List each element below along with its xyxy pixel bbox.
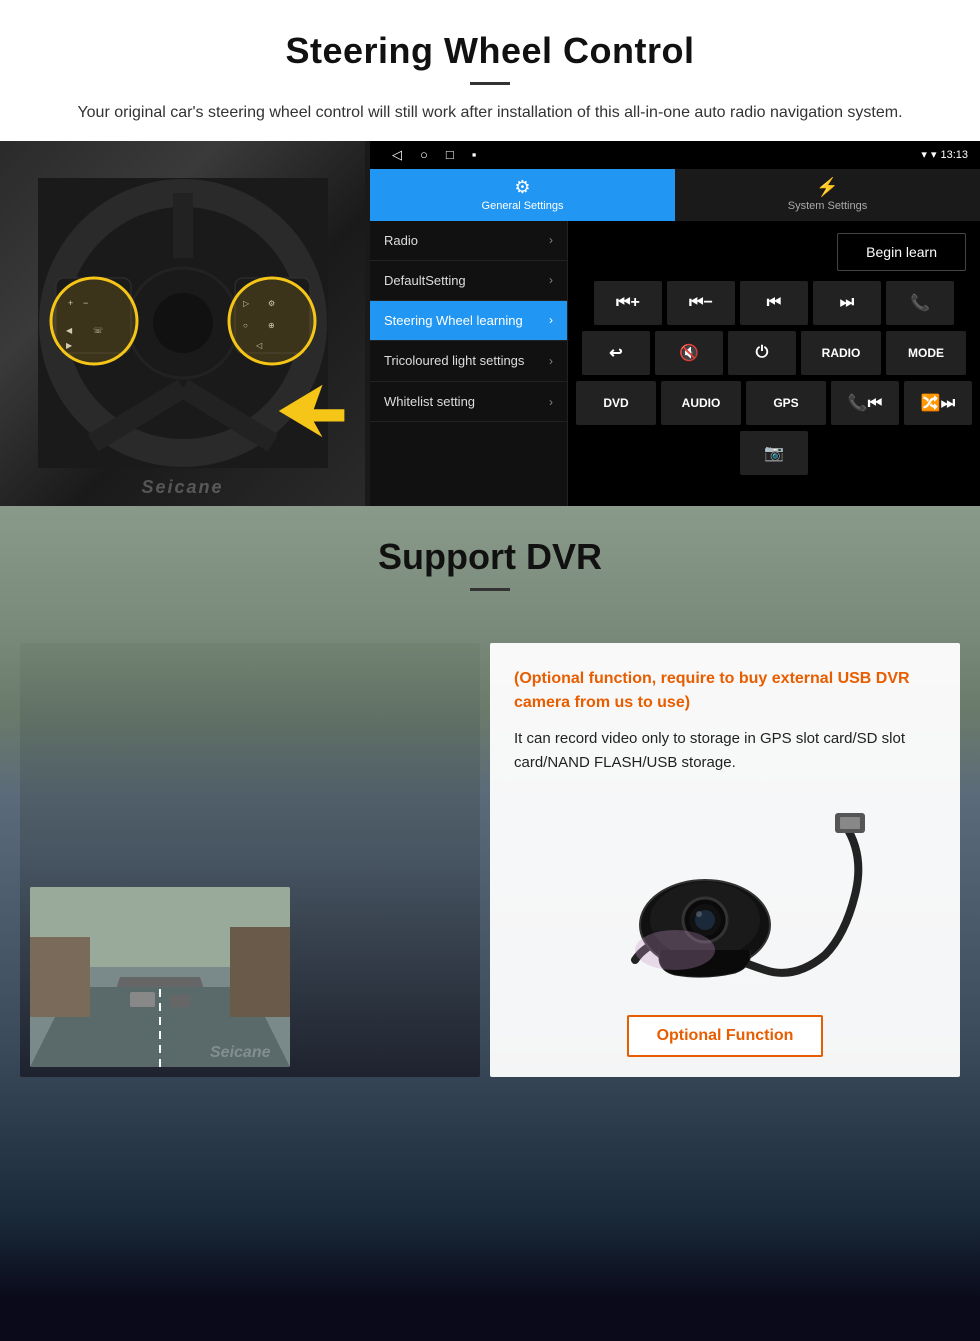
vol-up-btn[interactable]: ⏮+ [594,281,662,325]
ctrl-row-2: ↩ 🔇 ⏻ RADIO MODE [576,331,972,375]
watermark-left: Seicane [141,477,223,498]
svg-text:Seicane: Seicane [725,974,771,988]
dvr-thumbnail [30,887,290,1067]
chevron-right-icon: › [549,395,553,409]
call-prev-btn[interactable]: 📞⏮ [831,381,899,425]
hang-up-btn[interactable]: ↩ [582,331,650,375]
status-bar: ◁ ○ □ ▪ ▾ ▾ 13:13 [370,141,980,169]
dvr-title: Support DVR [60,536,920,578]
power-btn[interactable]: ⏻ [728,331,796,375]
dvr-divider [470,588,510,591]
vol-down-btn[interactable]: ⏮− [667,281,735,325]
menu-item-steering[interactable]: Steering Wheel learning › [370,301,567,341]
menu-item-whitelist[interactable]: Whitelist setting › [370,382,567,422]
mode-btn[interactable]: MODE [886,331,966,375]
steering-wheel-image: + − ◀ ☏ ▶ ▷ ⚙ ○ ⊕ ◁ Seicane [0,141,365,506]
menu-tricolour-label: Tricoloured light settings [384,353,524,370]
chevron-right-icon: › [549,354,553,368]
android-panel: ◁ ○ □ ▪ ▾ ▾ 13:13 ⚙ General Settings ⚡ S… [370,141,980,506]
back-nav-icon[interactable]: ◁ [392,147,402,163]
android-content: Radio › DefaultSetting › Steering Wheel … [370,221,980,506]
menu-default-label: DefaultSetting [384,273,466,288]
ctrl-row-4: 📷 [576,431,972,475]
home-nav-icon[interactable]: ○ [420,147,428,162]
status-time: 13:13 [940,149,968,161]
control-area: Begin learn ⏮+ ⏮− ⏮ ⏭ 📞 ↩ 🔇 ⏻ RADIO MODE [568,221,980,506]
mute-btn[interactable]: 🔇 [655,331,723,375]
tab-system-label: System Settings [788,200,867,212]
menu-whitelist-label: Whitelist setting [384,394,475,409]
road-thumbnail-svg [30,887,290,1067]
page-subtitle: Your original car's steering wheel contr… [60,100,920,126]
signal-strength-icon: ▾ [921,148,927,161]
call-btn[interactable]: 📞 [886,281,954,325]
dvr-camera-image: Seicane [514,795,936,995]
next-btn[interactable]: ⏭ [813,281,881,325]
tab-general[interactable]: ⚙ General Settings [370,169,675,221]
dvr-optional-text: (Optional function, require to buy exter… [514,667,936,715]
recents-nav-icon[interactable]: □ [446,147,454,162]
yellow-arrow-icon [260,376,350,446]
prev-btn[interactable]: ⏮ [740,281,808,325]
shuffle-next-btn[interactable]: 🔀⏭ [904,381,972,425]
menu-radio-label: Radio [384,233,418,248]
ctrl-row-3: DVD AUDIO GPS 📞⏮ 🔀⏭ [576,381,972,425]
chevron-right-icon: › [549,313,553,327]
steering-section: + − ◀ ☏ ▶ ▷ ⚙ ○ ⊕ ◁ Seicane [0,141,980,506]
chevron-right-icon: › [549,233,553,247]
dvr-description: It can record video only to storage in G… [514,727,936,775]
radio-btn[interactable]: RADIO [801,331,881,375]
wifi-icon: ▾ [931,148,937,161]
gps-btn[interactable]: GPS [746,381,826,425]
dvr-right-panel: (Optional function, require to buy exter… [490,643,960,1077]
title-divider [470,82,510,85]
nav-buttons: ◁ ○ □ ▪ [392,147,476,163]
ctrl-row-1: ⏮+ ⏮− ⏮ ⏭ 📞 [576,281,972,325]
page-header: Steering Wheel Control Your original car… [0,0,980,141]
dvr-watermark: Seicane [210,1044,270,1062]
android-tabs[interactable]: ⚙ General Settings ⚡ System Settings [370,169,980,221]
menu-item-radio[interactable]: Radio › [370,221,567,261]
tab-general-label: General Settings [482,200,564,212]
dvr-header: Support DVR [0,506,980,603]
general-settings-icon: ⚙ [514,177,530,198]
audio-btn[interactable]: AUDIO [661,381,741,425]
dvr-camera-svg: Seicane [565,795,885,995]
dvr-left-panel: Seicane [20,643,480,1077]
menu-steering-label: Steering Wheel learning [384,313,523,328]
chevron-right-icon: › [549,273,553,287]
page-title: Steering Wheel Control [60,30,920,72]
dvr-content: Seicane (Optional function, require to b… [0,623,980,1097]
menu-nav-icon[interactable]: ▪ [472,147,477,162]
optional-function-badge: Optional Function [627,1015,824,1057]
system-settings-icon: ⚡ [816,177,838,198]
begin-learn-row: Begin learn [576,229,972,275]
dvd-btn[interactable]: DVD [576,381,656,425]
begin-learn-button[interactable]: Begin learn [837,233,966,271]
camera-btn[interactable]: 📷 [740,431,808,475]
status-icons: ▾ ▾ 13:13 [921,148,968,161]
menu-list: Radio › DefaultSetting › Steering Wheel … [370,221,568,506]
menu-item-default[interactable]: DefaultSetting › [370,261,567,301]
tab-system[interactable]: ⚡ System Settings [675,169,980,221]
menu-item-tricolour[interactable]: Tricoloured light settings › [370,341,567,383]
dvr-section: Support DVR [0,506,980,1341]
